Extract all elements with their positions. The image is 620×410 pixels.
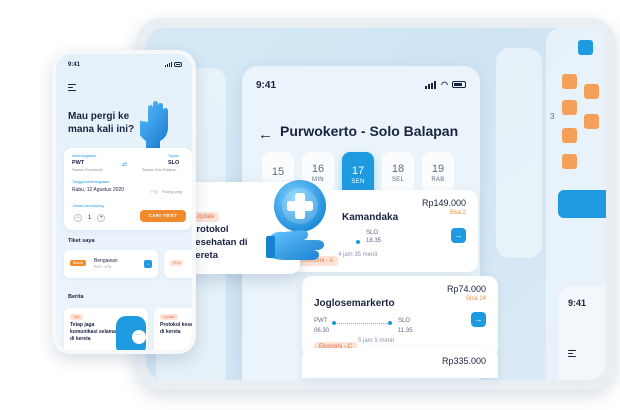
signal-icon bbox=[165, 62, 172, 67]
route-dot bbox=[356, 240, 360, 244]
date-number: 16 bbox=[311, 163, 325, 175]
route-dot bbox=[388, 321, 392, 325]
trip-price: Rp74.000 bbox=[446, 284, 486, 294]
battery-icon bbox=[174, 62, 182, 67]
destination-code: SLO bbox=[366, 230, 379, 236]
news-card[interactable]: Update Protokol kesehatan di kereta bbox=[154, 308, 192, 350]
menu-icon[interactable] bbox=[68, 84, 76, 92]
ticket-badge: Besok bbox=[70, 260, 86, 267]
side-button[interactable] bbox=[558, 190, 606, 218]
seat-icon[interactable] bbox=[562, 128, 577, 143]
status-bar: 9:41 ◠ bbox=[256, 80, 466, 94]
date-chip[interactable]: 18 SEL bbox=[382, 152, 414, 194]
date-number: 18 bbox=[391, 163, 405, 175]
increment-button[interactable]: + bbox=[97, 214, 106, 222]
battery-icon bbox=[452, 81, 466, 88]
trip-price: Rp149.000 bbox=[421, 198, 466, 208]
phone-screen: 9:41 Mau pergi ke mana kali ini? Keberan… bbox=[56, 54, 192, 350]
date-label: Tanggal keberangkatan bbox=[72, 180, 110, 184]
glove-icon bbox=[134, 100, 176, 150]
ticket-train-name: Bengawan bbox=[94, 258, 118, 264]
search-ticket-button[interactable]: CARI TIKET bbox=[140, 210, 186, 222]
seat-icon[interactable] bbox=[562, 100, 577, 115]
news-tag: Update bbox=[160, 314, 178, 320]
more-icon[interactable]: ··· bbox=[132, 330, 146, 344]
seats-remaining: Sisa 2 bbox=[449, 210, 466, 216]
my-tickets-title: Tiket saya bbox=[68, 238, 95, 244]
route-dot bbox=[332, 321, 336, 325]
select-trip-button[interactable]: → bbox=[451, 228, 466, 243]
date-day: SEN bbox=[351, 179, 365, 185]
arrival-time: 11.35 bbox=[398, 328, 413, 334]
departure-time: 06.30 bbox=[314, 328, 330, 334]
trip-duration: 5 jam 5 menit bbox=[358, 338, 395, 344]
trip-card[interactable]: Joglosemarkerto Rp74.000 Sisa 24 PWT 06.… bbox=[302, 276, 498, 358]
date-number: 19 bbox=[431, 163, 445, 175]
passenger-stepper: − 1 + bbox=[74, 214, 106, 222]
train-name: Joglosemarkerto bbox=[314, 298, 395, 309]
select-trip-button[interactable]: → bbox=[471, 312, 486, 327]
destination-code: SLO bbox=[398, 318, 411, 324]
arrival-time: 18.35 bbox=[366, 238, 382, 244]
medical-hand-icon bbox=[264, 176, 344, 266]
wifi-icon: ◠ bbox=[441, 80, 448, 89]
news-headline: Protokol kesehatan di kereta bbox=[160, 322, 192, 335]
destination-label: Tujuan bbox=[168, 154, 179, 158]
news-tag: Tips bbox=[70, 314, 83, 320]
ticket-search-form: Keberangkatan PWT Stasiun Purwokerto ⇄ T… bbox=[64, 148, 192, 230]
news-headline: Tetap jaga komunikasi selama di kereta bbox=[70, 322, 116, 342]
side-number: 3 bbox=[550, 112, 555, 121]
trip-card[interactable]: Rp335.000 bbox=[302, 348, 498, 378]
destination-station: Stasiun Solo Balapan bbox=[142, 168, 177, 172]
origin-code: PWT bbox=[314, 318, 328, 324]
round-trip-label: Pulang pergi bbox=[162, 190, 183, 194]
status-time: 9:41 bbox=[256, 80, 277, 91]
background-card-right bbox=[496, 48, 542, 258]
mini-phone-time: 9:41 bbox=[568, 298, 587, 308]
passenger-count: 1 bbox=[88, 215, 92, 221]
news-title: Berita bbox=[68, 294, 84, 300]
date-day: RAB bbox=[431, 177, 445, 183]
seat-icon[interactable] bbox=[584, 114, 599, 129]
origin-label: Keberangkatan bbox=[72, 154, 97, 158]
open-ticket-button[interactable]: → bbox=[144, 260, 152, 268]
route-line bbox=[334, 323, 392, 324]
phone-status-bar: 9:41 bbox=[68, 62, 182, 68]
back-arrow-icon[interactable]: ← bbox=[258, 126, 273, 143]
destination-value[interactable]: SLO bbox=[168, 160, 179, 166]
origin-station: Stasiun Purwokerto bbox=[72, 168, 104, 172]
date-value[interactable]: Rabu, 12 Agustus 2020 bbox=[72, 187, 124, 193]
date-chip[interactable]: 19 RAB bbox=[422, 152, 454, 194]
page-title: Purwokerto - Solo Balapan bbox=[280, 123, 459, 139]
mini-menu-icon[interactable] bbox=[568, 350, 576, 358]
phone-device: 9:41 Mau pergi ke mana kali ini? Keberan… bbox=[52, 50, 196, 354]
train-name: Kamandaka bbox=[342, 212, 399, 223]
promo-text: Protokol kesehatan di kereta bbox=[190, 224, 248, 261]
ticket-badge: Prov bbox=[170, 260, 184, 267]
date-day: SEL bbox=[391, 177, 405, 183]
seat-icon[interactable] bbox=[584, 84, 599, 99]
mini-phone: 9:41 bbox=[558, 286, 606, 380]
ticket-card[interactable]: Prov Bi bbox=[164, 250, 192, 278]
seat-icon[interactable] bbox=[562, 74, 577, 89]
ticket-route: PWT - LPN bbox=[94, 265, 112, 269]
decrement-button[interactable]: − bbox=[74, 214, 82, 222]
ticket-card[interactable]: Besok Bengawan PWT - LPN → bbox=[64, 250, 158, 278]
greeting-title: Mau pergi ke mana kali ini? bbox=[68, 111, 135, 135]
seat-icon[interactable] bbox=[562, 154, 577, 169]
seat-icon[interactable] bbox=[578, 40, 593, 55]
passenger-label: Jumlah penumpang bbox=[72, 204, 104, 208]
trip-price: Rp335.000 bbox=[441, 356, 486, 366]
news-card[interactable]: Tips Tetap jaga komunikasi selama di ker… bbox=[64, 308, 148, 350]
seats-remaining: Sisa 24 bbox=[465, 296, 486, 302]
round-trip-toggle[interactable] bbox=[150, 190, 158, 194]
phone-time: 9:41 bbox=[68, 62, 81, 68]
swap-icon[interactable]: ⇄ bbox=[122, 161, 127, 168]
origin-value[interactable]: PWT bbox=[72, 160, 84, 166]
date-number: 17 bbox=[351, 165, 365, 177]
signal-icon bbox=[425, 80, 437, 89]
